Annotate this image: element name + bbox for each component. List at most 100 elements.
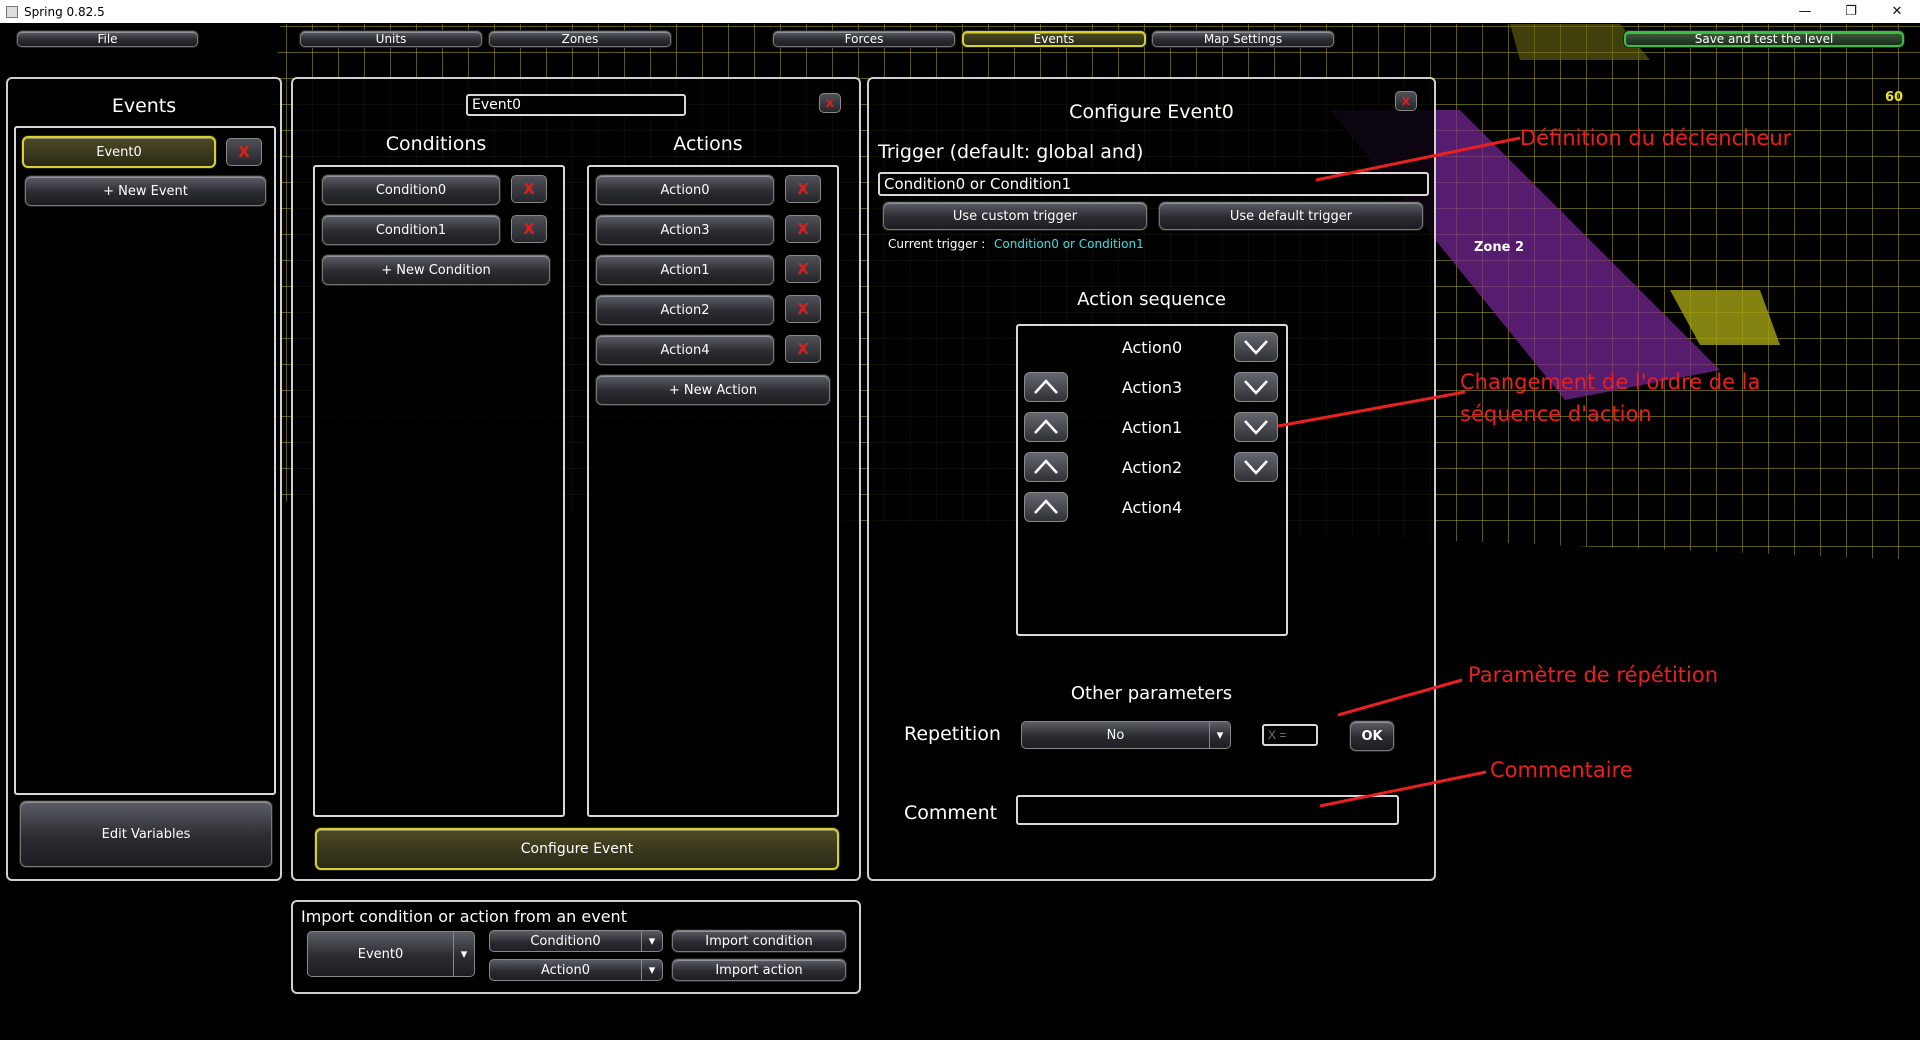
actions-list: Action0 X Action3 X Action1 X Action2 X … <box>587 165 839 817</box>
repetition-x-input[interactable] <box>1262 724 1318 746</box>
events-tab[interactable]: Events <box>962 31 1146 47</box>
minimize-icon[interactable]: — <box>1782 0 1828 23</box>
delete-action-button[interactable]: X <box>785 295 821 323</box>
trigger-label: Trigger (default: global and) <box>878 141 1144 163</box>
dropdown-arrow-icon: ▾ <box>648 962 656 978</box>
delete-action-button[interactable]: X <box>785 175 821 203</box>
action-item[interactable]: Action2 <box>596 295 774 325</box>
chevron-down-icon <box>1244 460 1268 475</box>
import-action-button[interactable]: Import action <box>672 959 846 981</box>
import-title: Import condition or action from an event <box>301 907 627 926</box>
use-custom-trigger-button[interactable]: Use custom trigger <box>883 202 1147 230</box>
import-event-select[interactable]: Event0 ▾ <box>307 931 475 977</box>
import-event-value: Event0 <box>308 932 454 976</box>
zone2-label: Zone 2 <box>1474 240 1525 255</box>
chevron-down-icon <box>1244 380 1268 395</box>
import-panel: Import condition or action from an event… <box>291 900 861 994</box>
delete-action-button[interactable]: X <box>785 335 821 363</box>
configure-event-button[interactable]: Configure Event <box>315 828 839 870</box>
delete-event-button[interactable]: X <box>226 138 262 166</box>
condition-item[interactable]: Condition1 <box>322 215 500 245</box>
other-parameters-title: Other parameters <box>1070 683 1233 704</box>
sequence-item: Action1 <box>1121 418 1183 437</box>
repetition-select-value: No <box>1022 722 1210 748</box>
app-icon <box>6 5 18 18</box>
action-item[interactable]: Action4 <box>596 335 774 365</box>
conditions-list: Condition0 X Condition1 X + New Conditio… <box>313 165 565 817</box>
dropdown-arrow-icon: ▾ <box>1216 727 1224 743</box>
units-tab[interactable]: Units <box>300 31 482 47</box>
repetition-select[interactable]: No ▾ <box>1021 721 1231 749</box>
move-up-button[interactable] <box>1024 372 1068 402</box>
chevron-up-icon <box>1034 419 1058 434</box>
import-condition-select[interactable]: Condition0 ▾ <box>489 930 663 952</box>
annotation-comment: Commentaire <box>1490 758 1633 782</box>
repetition-label: Repetition <box>904 723 1001 745</box>
delete-action-button[interactable]: X <box>785 215 821 243</box>
close-event-panel-button[interactable]: X <box>819 93 841 113</box>
close-icon[interactable]: ✕ <box>1874 0 1920 23</box>
import-action-value: Action0 <box>490 960 642 980</box>
configure-title: Configure Event0 <box>1069 101 1234 123</box>
restore-icon[interactable]: ❐ <box>1828 0 1874 23</box>
action-item[interactable]: Action1 <box>596 255 774 285</box>
conditions-title: Conditions <box>385 133 487 155</box>
comment-field[interactable] <box>1016 795 1399 825</box>
annotation-repetition: Paramètre de répétition <box>1468 663 1719 687</box>
dropdown-arrow-icon: ▾ <box>648 933 656 949</box>
annotation-order-1: Changement de l'ordre de la <box>1460 370 1761 394</box>
current-trigger-value: Condition0 or Condition1 <box>994 237 1144 251</box>
move-up-button[interactable] <box>1024 492 1068 522</box>
file-menu-button[interactable]: File <box>17 31 198 47</box>
save-and-test-button[interactable]: Save and test the level <box>1624 31 1904 47</box>
edit-variables-button[interactable]: Edit Variables <box>20 801 272 867</box>
trigger-field[interactable]: Condition0 or Condition1 <box>878 172 1429 196</box>
move-down-button[interactable] <box>1234 332 1278 362</box>
chevron-up-icon <box>1034 379 1058 394</box>
import-condition-value: Condition0 <box>490 931 642 951</box>
import-action-select[interactable]: Action0 ▾ <box>489 959 663 981</box>
close-configure-panel-button[interactable]: X <box>1395 91 1417 111</box>
event-name-field[interactable]: Event0 <box>466 94 686 116</box>
new-action-button[interactable]: + New Action <box>596 375 830 405</box>
event-item[interactable]: Event0 <box>22 136 216 168</box>
repetition-ok-button[interactable]: OK <box>1350 721 1394 751</box>
new-condition-button[interactable]: + New Condition <box>322 255 550 285</box>
current-trigger-label: Current trigger : <box>888 237 986 251</box>
new-event-button[interactable]: + New Event <box>25 176 266 206</box>
sequence-item: Action2 <box>1121 458 1183 477</box>
configure-event-panel: Configure Event0 X Trigger (default: glo… <box>867 77 1436 881</box>
move-up-button[interactable] <box>1024 452 1068 482</box>
comment-label: Comment <box>904 802 998 824</box>
delete-action-button[interactable]: X <box>785 255 821 283</box>
annotation-trigger: Définition du déclencheur <box>1520 126 1792 150</box>
chevron-up-icon <box>1034 499 1058 514</box>
condition-item[interactable]: Condition0 <box>322 175 500 205</box>
chevron-up-icon <box>1034 459 1058 474</box>
use-default-trigger-button[interactable]: Use default trigger <box>1159 202 1423 230</box>
events-list: Event0 X + New Event <box>14 126 276 795</box>
dropdown-arrow-icon: ▾ <box>460 946 468 962</box>
move-down-button[interactable] <box>1234 412 1278 442</box>
events-panel: Events Event0 X + New Event Edit Variabl… <box>6 77 282 881</box>
sequence-item: Action0 <box>1121 338 1183 357</box>
delete-condition-button[interactable]: X <box>511 215 547 243</box>
map-settings-tab[interactable]: Map Settings <box>1152 31 1334 47</box>
move-up-button[interactable] <box>1024 412 1068 442</box>
delete-condition-button[interactable]: X <box>511 175 547 203</box>
import-condition-button[interactable]: Import condition <box>672 930 846 952</box>
action-sequence-title: Action sequence <box>1077 289 1226 310</box>
window-titlebar: Spring 0.82.5 — ❐ ✕ <box>0 0 1920 23</box>
move-down-button[interactable] <box>1234 452 1278 482</box>
fps-counter: 60 <box>1885 90 1904 105</box>
chevron-down-icon <box>1244 340 1268 355</box>
action-item[interactable]: Action3 <box>596 215 774 245</box>
game-viewport: 60 Zone 2 Spring 0.82.5 — ❐ ✕ File Units… <box>0 0 1920 1040</box>
forces-tab[interactable]: Forces <box>773 31 955 47</box>
actions-title: Actions <box>673 133 743 155</box>
zones-tab[interactable]: Zones <box>489 31 671 47</box>
move-down-button[interactable] <box>1234 372 1278 402</box>
action-sequence-list: Action0 Action3 Action1 Action2 Action4 <box>1016 324 1288 636</box>
events-panel-title: Events <box>111 95 177 117</box>
action-item[interactable]: Action0 <box>596 175 774 205</box>
